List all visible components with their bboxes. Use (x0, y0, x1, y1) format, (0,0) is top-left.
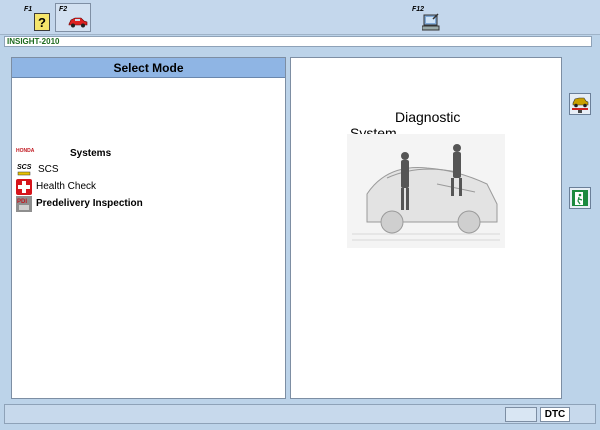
f12-tools-button[interactable]: F12 (408, 3, 442, 32)
f2-vehicle-button[interactable]: F2 (55, 3, 91, 32)
exit-button[interactable] (569, 187, 591, 209)
toolbar: F1 ? F2 F12 (0, 0, 600, 35)
menu-item-predelivery-inspection[interactable]: PDI Predelivery Inspection (14, 196, 254, 212)
honda-logo-icon: HONDA (16, 146, 35, 162)
computer-tools-icon (421, 13, 440, 36)
menu-label-health-check: Health Check (36, 181, 97, 192)
select-mode-panel: Select Mode HONDA Systems SCS SCS Health… (11, 57, 286, 399)
svg-text:HONDA: HONDA (16, 148, 35, 154)
vehicle-lift-icon (570, 97, 590, 118)
vehicle-info-bar: INSIGHT-2010 (4, 36, 592, 47)
f12-key-label: F12 (412, 6, 425, 13)
help-icon: ? (34, 13, 50, 36)
vehicle-model-label: INSIGHT-2010 (7, 37, 60, 46)
dtc-indicator[interactable]: DTC (540, 407, 570, 422)
car-icon (68, 15, 88, 33)
vehicle-technicians-illustration (347, 134, 505, 248)
diagnostic-title-line1: Diagnostic (395, 109, 461, 125)
status-indicator-cell (505, 407, 537, 422)
f2-key-label: F2 (59, 6, 68, 13)
f1-help-button[interactable]: F1 ? (20, 3, 54, 32)
exit-door-icon (570, 190, 590, 212)
menu-label-predelivery-inspection: Predelivery Inspection (36, 198, 143, 209)
scs-connector-icon: SCS (16, 162, 34, 178)
svg-text:SCS: SCS (17, 164, 32, 171)
menu-item-systems[interactable]: HONDA Systems (14, 146, 254, 162)
select-mode-header: Select Mode (12, 58, 285, 78)
pdi-icon: PDI (16, 196, 34, 212)
splash-panel: Diagnostic System (290, 57, 562, 399)
vehicle-lift-button[interactable] (569, 93, 591, 115)
f1-key-label: F1 (24, 6, 33, 13)
svg-text:?: ? (38, 15, 46, 30)
menu-label-scs: SCS (38, 164, 59, 175)
status-bar: DTC (4, 404, 596, 424)
menu-item-health-check[interactable]: Health Check (14, 179, 254, 195)
menu-label-systems: Systems (70, 148, 112, 159)
menu-item-scs[interactable]: SCS SCS (14, 162, 254, 178)
svg-text:PDI: PDI (17, 199, 27, 205)
health-cross-icon (16, 179, 34, 195)
